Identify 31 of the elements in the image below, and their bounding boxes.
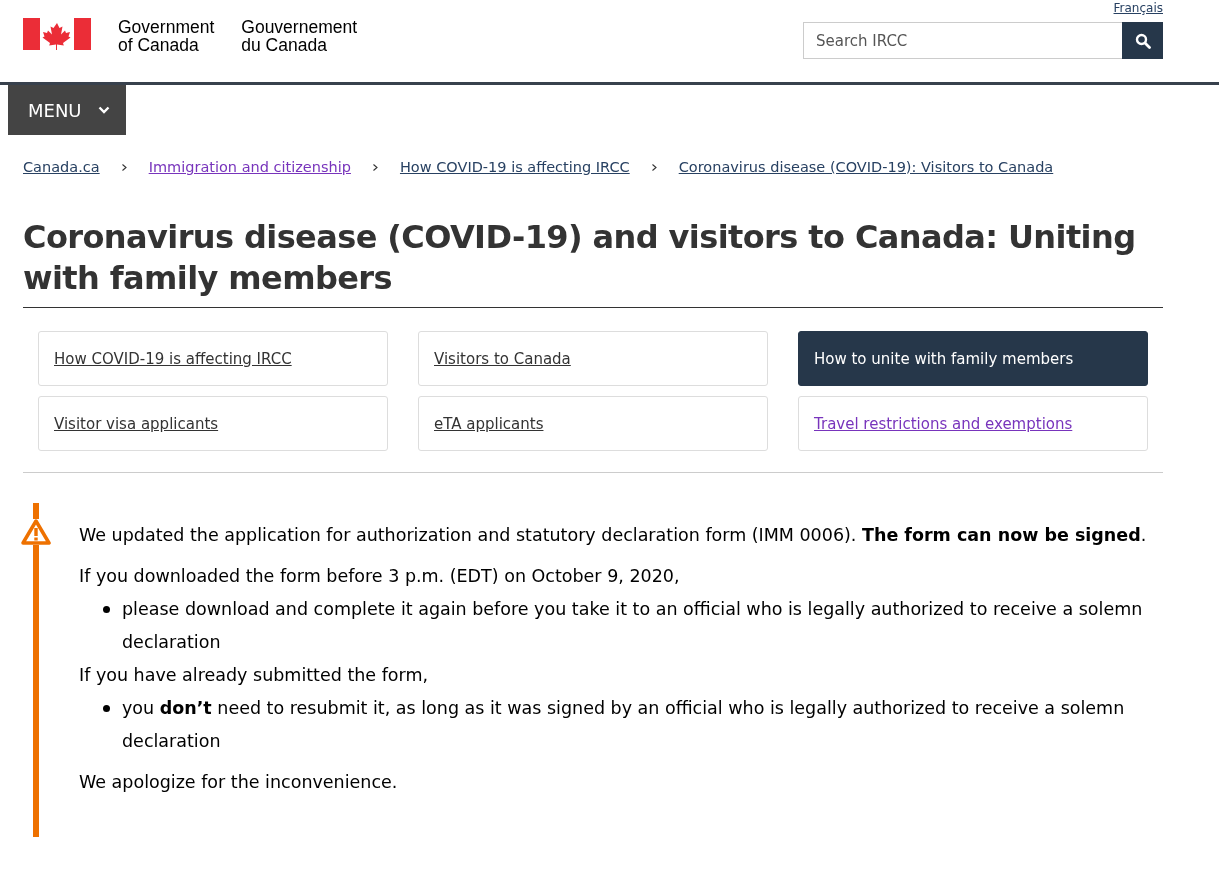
search-field[interactable]: Search IRCC xyxy=(803,22,1122,59)
language-link[interactable]: Français xyxy=(1113,1,1163,22)
section-tile-link[interactable]: eTA applicants xyxy=(418,396,768,451)
chevron-down-icon xyxy=(97,106,110,114)
search-button[interactable] xyxy=(1122,22,1163,59)
breadcrumb-link[interactable]: Coronavirus disease (COVID-19): Visitors to Canada xyxy=(678,159,1054,175)
breadcrumb-link[interactable]: Canada.ca xyxy=(23,159,100,175)
chevron-right-icon xyxy=(121,163,127,171)
canada-flag-icon xyxy=(23,18,91,50)
chevron-right-icon xyxy=(651,163,657,171)
page-title: Coronavirus disease (COVID-19) and visitors to Canada: Uniting with family members xyxy=(23,217,1163,308)
breadcrumb-link[interactable]: How COVID-19 is affecting IRCC xyxy=(399,159,630,175)
search-icon xyxy=(1134,32,1151,49)
section-tile-link[interactable]: How COVID-19 is affecting IRCC xyxy=(38,331,388,386)
alert-text: If you have already submitted the form, xyxy=(79,664,430,687)
bullet-icon xyxy=(103,606,110,613)
section-tile-link[interactable]: Visitors to Canada xyxy=(418,331,768,386)
section-tile-link[interactable]: Visitor visa applicants xyxy=(38,396,388,451)
section-tile-link[interactable]: Travel restrictions and exemptions xyxy=(798,396,1148,451)
chevron-right-icon xyxy=(372,163,378,171)
bullet-icon xyxy=(103,705,110,712)
government-name-english: Government of Canada xyxy=(118,18,215,54)
alert-list-item: please download and complete it again before you take it to an official who is legally authorized to receive a solemn declaration xyxy=(122,598,1144,654)
section-tile-link[interactable]: How to unite with family members xyxy=(798,331,1148,386)
alert-list-item: you don’t need to resubmit it, as long as it was signed by an official who is legally authorized to receive a solemn declaration xyxy=(122,697,1126,753)
government-name-french: Gouvernement du Canada xyxy=(241,18,358,54)
alert-paragraph: We apologize for the inconvenience. xyxy=(79,771,399,794)
alert-paragraph: We updated the application for authorization and statutory declaration form (IMM 0006). The form can now be signed. xyxy=(79,524,1148,547)
menu-button[interactable]: MENU xyxy=(8,85,126,135)
alert-text: If you downloaded the form before 3 p.m. (EDT) on October 9, 2020, xyxy=(79,565,681,588)
breadcrumb-link[interactable]: Immigration and citizenship xyxy=(148,159,351,175)
